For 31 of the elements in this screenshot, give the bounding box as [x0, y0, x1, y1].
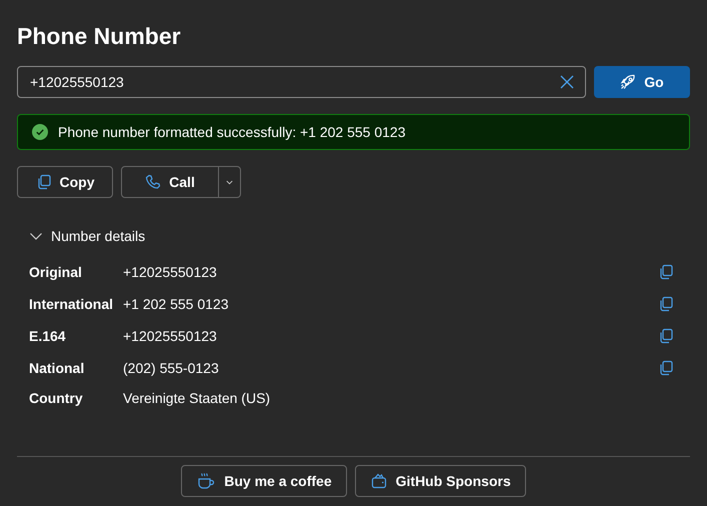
wallet-icon [370, 472, 388, 490]
detail-value: +12025550123 [123, 326, 218, 346]
detail-label: Country [29, 388, 84, 408]
detail-value: +12025550123 [123, 262, 218, 282]
detail-label: Original [29, 262, 83, 282]
copy-icon[interactable] [658, 328, 674, 344]
clear-icon[interactable] [560, 75, 574, 89]
alert-message: Phone number formatted successfully: +1 202 555 0123 [58, 122, 406, 142]
coffee-button[interactable]: Buy me a coffee [181, 465, 347, 497]
phone-icon [145, 174, 162, 190]
details-header[interactable]: Number details [29, 220, 690, 252]
detail-label: E.164 [29, 326, 67, 346]
detail-value: (202) 555-0123 [123, 358, 220, 378]
detail-label: National [29, 358, 86, 378]
copy-icon[interactable] [658, 264, 674, 280]
detail-label: International [29, 294, 114, 314]
copy-icon [36, 174, 52, 190]
dropdown-toggle-button[interactable] [219, 166, 241, 198]
phone-input[interactable]: +12025550123 [17, 66, 586, 98]
detail-value: +1 202 555 0123 [123, 294, 230, 314]
sponsors-button[interactable]: GitHub Sponsors [354, 465, 526, 497]
call-button[interactable]: Call [121, 166, 219, 198]
go-button[interactable]: Go [594, 66, 690, 98]
detail-value: Vereinigte Staaten (US) [123, 388, 272, 408]
copy-icon[interactable] [658, 296, 674, 312]
copy-button[interactable]: Copy [17, 166, 113, 198]
rocket-icon [620, 74, 636, 90]
copy-icon[interactable] [658, 360, 674, 376]
check-circle-icon [32, 124, 48, 140]
page-title: Phone Number [17, 22, 182, 51]
coffee-cup-icon [196, 471, 216, 491]
